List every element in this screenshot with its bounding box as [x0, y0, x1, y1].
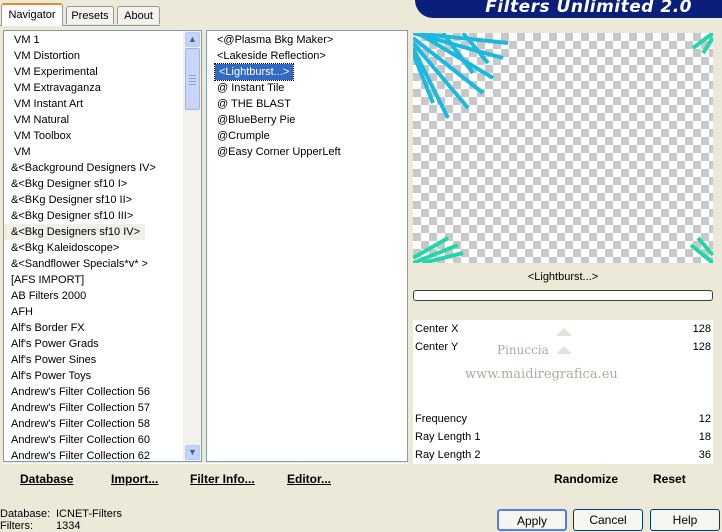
filter-item[interactable]: @ THE BLAST	[213, 98, 291, 110]
slider-marker-icon[interactable]	[556, 328, 572, 336]
category-item[interactable]: Andrew's Filter Collection 57	[4, 402, 150, 414]
category-item[interactable]: VM Instant Art	[4, 98, 83, 110]
filter-item[interactable]: @BlueBerry Pie	[213, 114, 295, 126]
progress-bar	[413, 290, 713, 301]
status-filters-label: Filters:	[0, 520, 33, 532]
watermark-name: Pinuccia	[497, 343, 549, 357]
category-item[interactable]: &<Bkg Designer sf10 I>	[4, 178, 127, 190]
tab-navigator[interactable]: Navigator	[1, 3, 63, 26]
category-item[interactable]: &<BKg Designer sf10 II>	[4, 194, 132, 206]
category-item[interactable]: Alf's Power Toys	[4, 370, 91, 382]
scroll-up-button[interactable]: ▲	[185, 32, 200, 47]
filter-list[interactable]: <@Plasma Bkg Maker> <Lakeside Reflection>…	[206, 30, 408, 462]
param-value: 18	[698, 431, 711, 443]
filter-item[interactable]: @Crumple	[213, 130, 270, 142]
category-item[interactable]: Alf's Power Grads	[4, 338, 99, 350]
category-item[interactable]: AB Filters 2000	[4, 290, 86, 302]
category-item[interactable]: VM 1	[4, 34, 40, 46]
param-value: 128	[692, 323, 711, 335]
randomize-button[interactable]: Randomize	[554, 472, 618, 486]
category-item[interactable]: AFH	[4, 306, 33, 318]
param-value: 36	[698, 449, 711, 461]
category-item[interactable]: VM	[4, 146, 31, 158]
category-item[interactable]: VM Toolbox	[4, 130, 71, 142]
tab-about[interactable]: About	[117, 6, 160, 24]
category-item[interactable]: Andrew's Filter Collection 62	[4, 450, 150, 461]
filter-item[interactable]: <Lakeside Reflection>	[213, 50, 326, 62]
param-row[interactable]: Frequency 12	[413, 410, 713, 428]
category-item[interactable]: &<Bkg Kaleidoscope>	[4, 242, 119, 254]
filter-item[interactable]: <Lightburst...>	[213, 63, 295, 81]
param-label: Center Y	[415, 341, 459, 353]
category-item[interactable]: Andrew's Filter Collection 58	[4, 418, 150, 430]
param-row[interactable]: Ray Length 2 36	[413, 446, 713, 464]
filter-info-button[interactable]: Filter Info...	[190, 472, 255, 486]
category-scrollbar[interactable]: ▲ ▼	[183, 31, 201, 461]
param-label: Ray Length 2	[415, 449, 481, 461]
status-filters-value: 1334	[56, 520, 81, 532]
param-row[interactable]: Ray Length 1 18	[413, 428, 713, 446]
banner-title: Filters Unlimited 2.0	[485, 0, 692, 17]
category-item[interactable]: &<Background Designers IV>	[4, 162, 156, 174]
import-button[interactable]: Import...	[111, 472, 158, 486]
watermark-url: www.maidiregrafica.eu	[465, 367, 618, 382]
filter-item[interactable]: @Easy Corner UpperLeft	[213, 146, 341, 158]
reset-button[interactable]: Reset	[653, 472, 686, 486]
category-item[interactable]: VM Experimental	[4, 66, 98, 78]
slider-marker-icon[interactable]	[556, 346, 572, 354]
category-item[interactable]: VM Extravaganza	[4, 82, 101, 94]
category-item[interactable]: &<Sandflower Specials*v* >	[4, 258, 148, 270]
status-database-value: ICNET-Filters	[56, 508, 122, 520]
status-database-label: Database:	[0, 508, 51, 520]
param-label: Ray Length 1	[415, 431, 481, 443]
category-item[interactable]: [AFS IMPORT]	[4, 274, 84, 286]
database-button[interactable]: Database	[20, 472, 73, 486]
preview-image	[413, 33, 713, 263]
param-value: 128	[692, 341, 711, 353]
param-value: 12	[698, 413, 711, 425]
category-item[interactable]: Andrew's Filter Collection 56	[4, 386, 150, 398]
tab-presets[interactable]: Presets	[66, 6, 114, 24]
category-item[interactable]: Alf's Power Sines	[4, 354, 96, 366]
param-row[interactable]: Center X 128	[413, 320, 713, 338]
param-row	[413, 392, 713, 410]
editor-button[interactable]: Editor...	[287, 472, 331, 486]
category-item[interactable]: Andrew's Filter Collection 60	[4, 434, 150, 446]
category-item[interactable]: VM Natural	[4, 114, 69, 126]
filter-list-items: <@Plasma Bkg Maker> <Lakeside Reflection>…	[207, 31, 407, 160]
category-item[interactable]: &<Bkg Designers sf10 IV>	[4, 224, 146, 240]
param-label: Frequency	[415, 413, 467, 425]
left-button-bar: Database Import... Filter Info... Editor…	[3, 463, 408, 494]
filter-item[interactable]: <@Plasma Bkg Maker>	[213, 34, 333, 46]
param-label: Center X	[415, 323, 459, 335]
preview-filter-name: <Lightburst...>	[527, 271, 599, 283]
category-item[interactable]: &<Bkg Designer sf10 III>	[4, 210, 133, 222]
title-banner: Filters Unlimited 2.0	[415, 0, 722, 18]
right-button-bar: Randomize Reset	[413, 463, 713, 494]
filter-item[interactable]: @ Instant Tile	[213, 82, 284, 94]
scroll-down-button[interactable]: ▼	[185, 445, 200, 460]
param-row[interactable]: Center Y 128	[413, 338, 713, 356]
category-list[interactable]: VM 1 VM Distortion VM Experimental VM Extra…	[3, 30, 202, 462]
category-item[interactable]: Alf's Border FX	[4, 322, 85, 334]
category-list-items: VM 1 VM Distortion VM Experimental VM Extra…	[4, 31, 201, 461]
scroll-thumb[interactable]	[185, 48, 200, 110]
category-item[interactable]: VM Distortion	[4, 50, 80, 62]
